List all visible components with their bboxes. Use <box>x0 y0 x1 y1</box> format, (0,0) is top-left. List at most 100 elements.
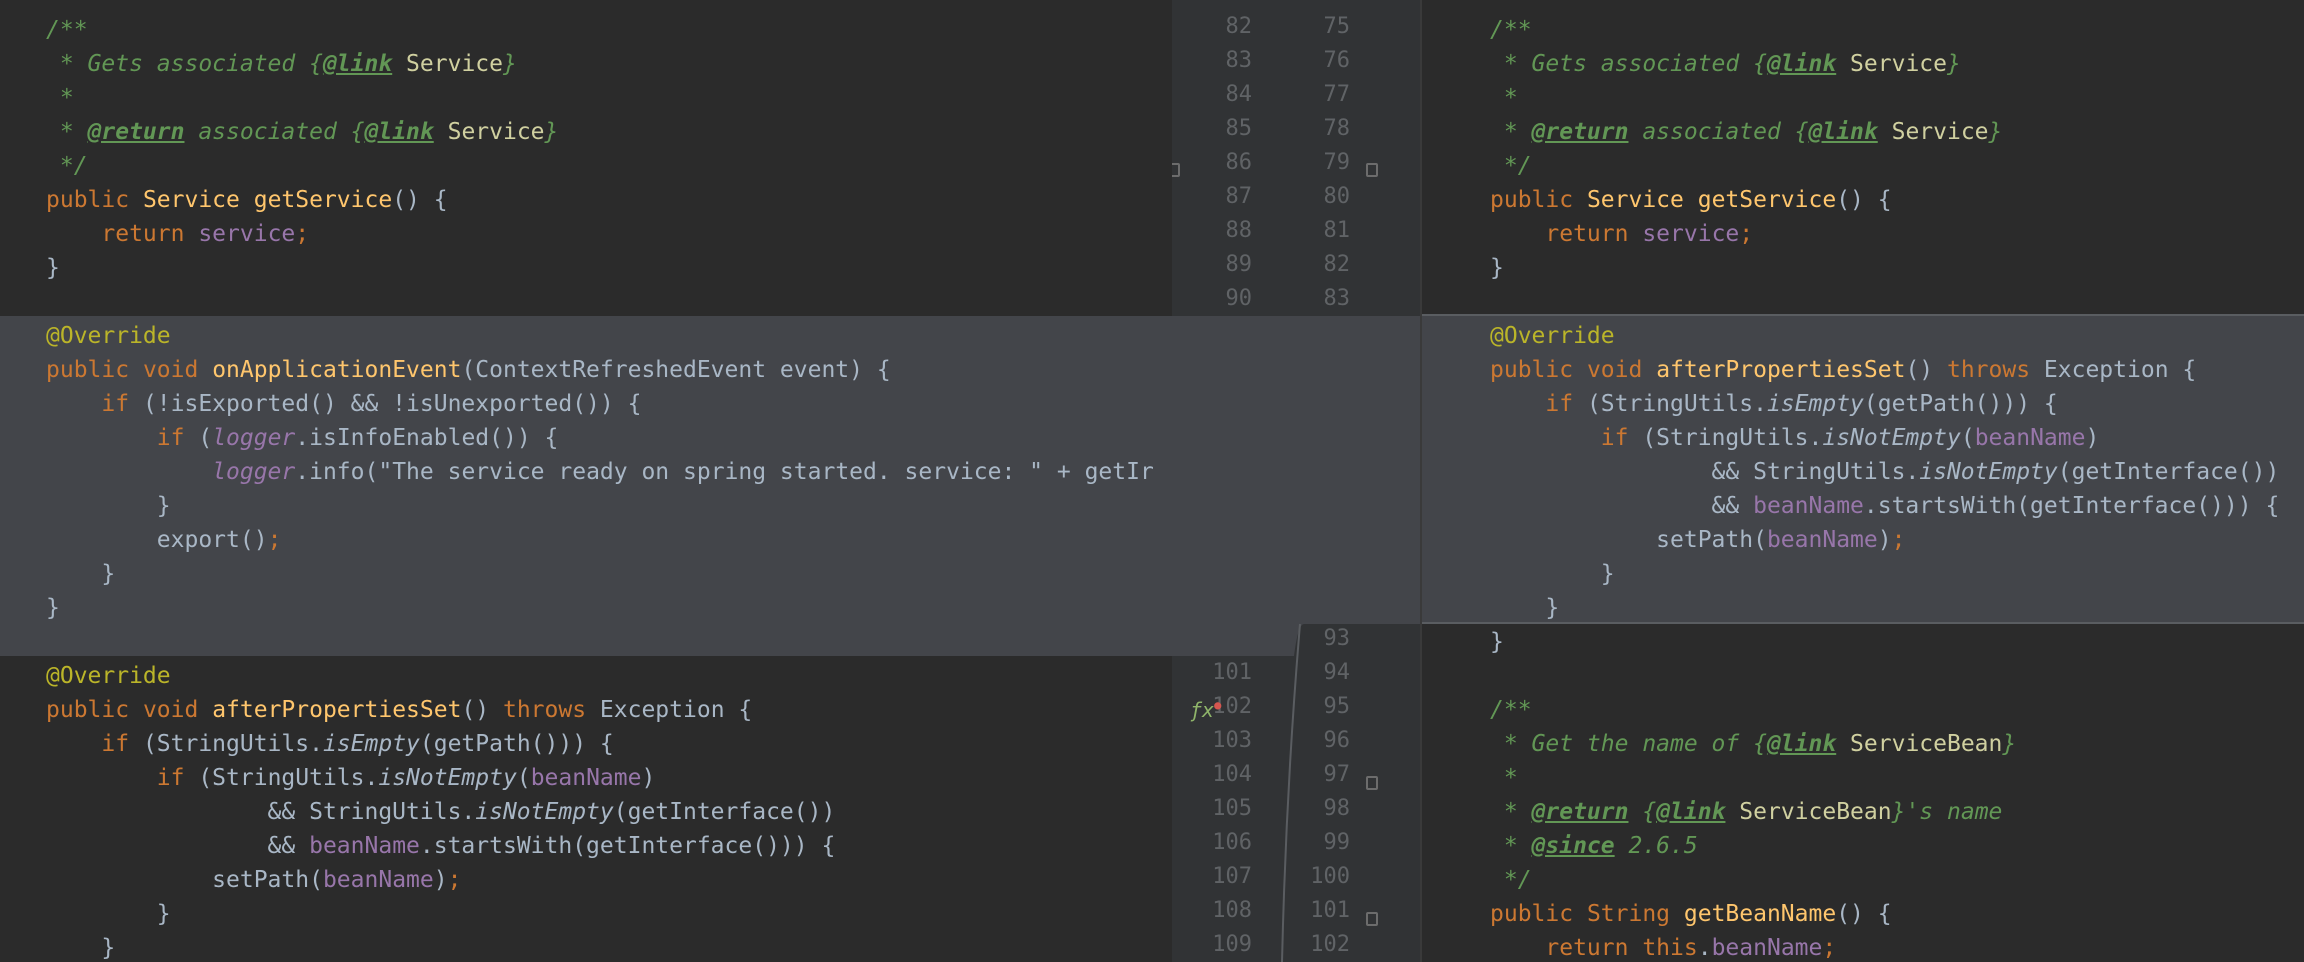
code-line[interactable]: if (logger.isInfoEnabled()) { <box>46 421 559 455</box>
code-token: /** <box>1490 17 1532 43</box>
code-token: beanName <box>309 833 420 859</box>
code-token: Exception { <box>2043 357 2197 383</box>
code-token: .isInfoEnabled()) { <box>295 425 559 451</box>
code-token: @link <box>1656 799 1726 825</box>
code-token: beanName <box>530 765 642 791</box>
code-line[interactable]: public void onApplicationEvent(ContextRe… <box>46 353 891 387</box>
code-token: Service <box>1877 119 1989 145</box>
code-line[interactable]: && beanName.startsWith(getInterface())) … <box>1490 489 2280 523</box>
code-token: onApplicationEvent <box>212 357 462 383</box>
code-token: service <box>198 221 296 247</box>
code-line[interactable]: && StringUtils.isNotEmpty(getInterface()… <box>46 795 836 829</box>
code-token: public <box>46 697 143 723</box>
code-line[interactable]: @Override <box>46 319 171 353</box>
code-line[interactable]: * Gets associated {@link Service} <box>46 47 517 81</box>
code-token: public <box>1490 187 1587 213</box>
code-line[interactable]: public Service getService() { <box>46 183 448 217</box>
code-token: return <box>1490 221 1643 247</box>
code-token: } <box>1490 561 1615 587</box>
code-token: public <box>46 187 143 213</box>
code-line[interactable]: } <box>1490 557 1615 591</box>
code-token: } <box>2002 731 2017 757</box>
code-token: beanName <box>322 867 434 893</box>
code-line[interactable]: } <box>46 591 60 625</box>
code-token: 2.6.5 <box>1614 833 1698 859</box>
right-editor-pane[interactable]: /** * Gets associated {@link Service} * … <box>1422 0 2304 962</box>
code-line[interactable]: * <box>46 81 74 115</box>
code-token: () { <box>392 187 448 213</box>
code-line[interactable]: if (!isExported() && !isUnexported()) { <box>46 387 641 421</box>
diff-connector <box>1172 316 1422 962</box>
code-token: Service <box>1836 51 1947 77</box>
code-token: associated { <box>1628 119 1809 145</box>
code-line[interactable]: setPath(beanName); <box>1490 523 1905 557</box>
code-token: } <box>46 255 60 281</box>
code-line[interactable]: * Get the name of {@link ServiceBean} <box>1490 727 2016 761</box>
code-token: && <box>46 833 310 859</box>
code-line[interactable]: /** <box>46 13 88 47</box>
code-token: @since <box>1531 833 1615 859</box>
code-line[interactable]: return service; <box>46 217 309 251</box>
code-line[interactable]: } <box>46 489 171 523</box>
code-token: Service <box>433 119 545 145</box>
code-line[interactable]: export(); <box>46 523 282 557</box>
code-token: */ <box>46 153 88 179</box>
code-token: public <box>1490 901 1587 927</box>
code-token: setPath( <box>46 867 323 893</box>
code-line[interactable]: * @return associated {@link Service} <box>46 115 559 149</box>
code-token: @link <box>1766 51 1837 77</box>
code-line[interactable]: * @since 2.6.5 <box>1490 829 1698 863</box>
code-line[interactable]: /** <box>1490 13 1532 47</box>
code-token: public <box>1490 357 1587 383</box>
code-token: /** <box>1490 697 1532 723</box>
code-line[interactable]: if (StringUtils.isEmpty(getPath())) { <box>46 727 613 761</box>
code-line[interactable]: } <box>46 897 171 931</box>
code-line[interactable]: } <box>46 557 115 591</box>
code-line[interactable]: && beanName.startsWith(getInterface())) … <box>46 829 836 863</box>
code-line[interactable]: public void afterPropertiesSet() throws … <box>1490 353 2196 387</box>
code-line[interactable]: * @return associated {@link Service} <box>1490 115 2003 149</box>
diff-connector-lower-curve <box>1281 623 1301 962</box>
left-editor-pane[interactable]: /** * Gets associated {@link Service} * … <box>0 0 1172 962</box>
code-line[interactable]: public Service getService() { <box>1490 183 1892 217</box>
code-token: @Override <box>46 323 171 349</box>
code-line[interactable]: } <box>1490 591 1559 625</box>
code-token: ; <box>1822 935 1837 961</box>
code-line[interactable]: return service; <box>1490 217 1753 251</box>
code-line[interactable]: /** <box>1490 693 1532 727</box>
code-line[interactable]: } <box>1490 625 1504 659</box>
changed-block-right-top-border <box>1422 314 2304 316</box>
diff-connector-band <box>1172 316 1422 656</box>
code-token: ; <box>1891 527 1906 553</box>
code-token: () <box>461 697 503 723</box>
code-line[interactable]: public String getBeanName() { <box>1490 897 1892 931</box>
code-token: * <box>1490 765 1518 791</box>
code-line[interactable]: @Override <box>1490 319 1615 353</box>
code-token: Service <box>142 187 254 213</box>
code-line[interactable]: public void afterPropertiesSet() throws … <box>46 693 752 727</box>
code-line[interactable]: if (StringUtils.isNotEmpty(beanName) <box>1490 421 2100 455</box>
code-line[interactable]: * Gets associated {@link Service} <box>1490 47 1961 81</box>
code-line[interactable]: if (StringUtils.isNotEmpty(beanName) <box>46 761 656 795</box>
code-token: && StringUtils. <box>1490 459 1920 485</box>
code-line[interactable]: * <box>1490 81 1518 115</box>
code-token: export() <box>46 527 268 553</box>
code-token: } <box>1946 51 1961 77</box>
code-line[interactable]: */ <box>1490 863 1532 897</box>
code-line[interactable]: */ <box>46 149 88 183</box>
code-line[interactable]: logger.info("The service ready on spring… <box>46 455 1154 489</box>
code-token: @Override <box>1490 323 1615 349</box>
code-line[interactable]: */ <box>1490 149 1532 183</box>
code-token: ; <box>1739 221 1754 247</box>
code-line[interactable]: @Override <box>46 659 171 693</box>
code-token: @link <box>1808 119 1878 145</box>
code-line[interactable]: * <box>1490 761 1518 795</box>
code-line[interactable]: } <box>46 251 60 285</box>
code-line[interactable]: return this.beanName; <box>1490 931 1836 962</box>
code-line[interactable]: } <box>1490 251 1504 285</box>
code-line[interactable]: && StringUtils.isNotEmpty(getInterface()… <box>1490 455 2280 489</box>
code-line[interactable]: } <box>46 931 115 962</box>
code-line[interactable]: if (StringUtils.isEmpty(getPath())) { <box>1490 387 2057 421</box>
code-line[interactable]: * @return {@link ServiceBean}'s name <box>1490 795 2003 829</box>
code-line[interactable]: setPath(beanName); <box>46 863 461 897</box>
